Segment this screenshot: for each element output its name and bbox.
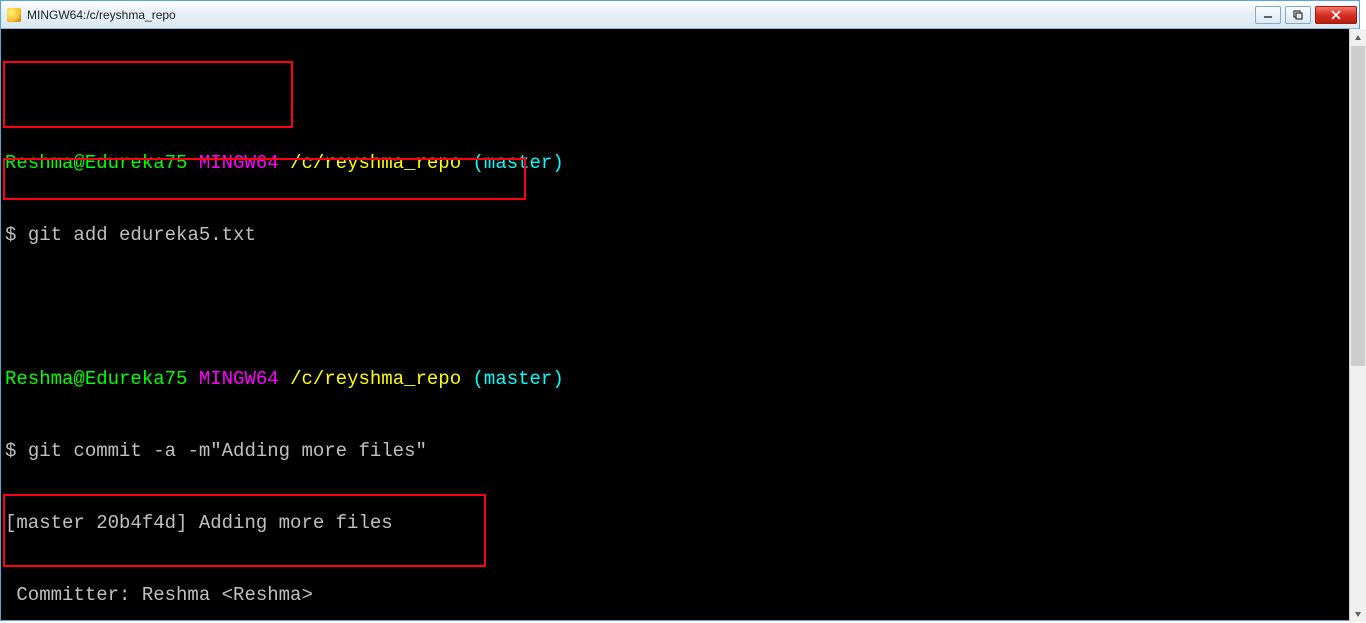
scroll-down-button[interactable]: [1350, 605, 1366, 622]
minimize-button[interactable]: [1255, 6, 1281, 24]
maximize-button[interactable]: [1285, 6, 1311, 24]
app-window: MINGW64:/c/reyshma_repo Reshma@Edureka75…: [0, 0, 1360, 621]
app-icon: [7, 8, 21, 22]
prompt-line: Reshma@Edureka75 MINGW64 /c/reyshma_repo…: [5, 367, 1355, 391]
command-line: $ git add edureka5.txt: [5, 223, 1355, 247]
prompt-line: Reshma@Edureka75 MINGW64 /c/reyshma_repo…: [5, 151, 1355, 175]
titlebar: MINGW64:/c/reyshma_repo: [1, 1, 1359, 29]
scroll-up-button[interactable]: [1350, 29, 1366, 46]
command-line: $ git commit -a -m"Adding more files": [5, 439, 1355, 463]
output-line: Committer: Reshma <Reshma>: [5, 583, 1355, 607]
window-controls: [1255, 6, 1357, 24]
window-title: MINGW64:/c/reyshma_repo: [27, 3, 1255, 27]
terminal[interactable]: Reshma@Edureka75 MINGW64 /c/reyshma_repo…: [1, 29, 1359, 620]
scroll-track[interactable]: [1350, 46, 1366, 605]
scroll-thumb[interactable]: [1351, 46, 1365, 366]
scrollbar[interactable]: [1349, 29, 1366, 622]
close-button[interactable]: [1315, 6, 1357, 24]
output-line: [master 20b4f4d] Adding more files: [5, 511, 1355, 535]
